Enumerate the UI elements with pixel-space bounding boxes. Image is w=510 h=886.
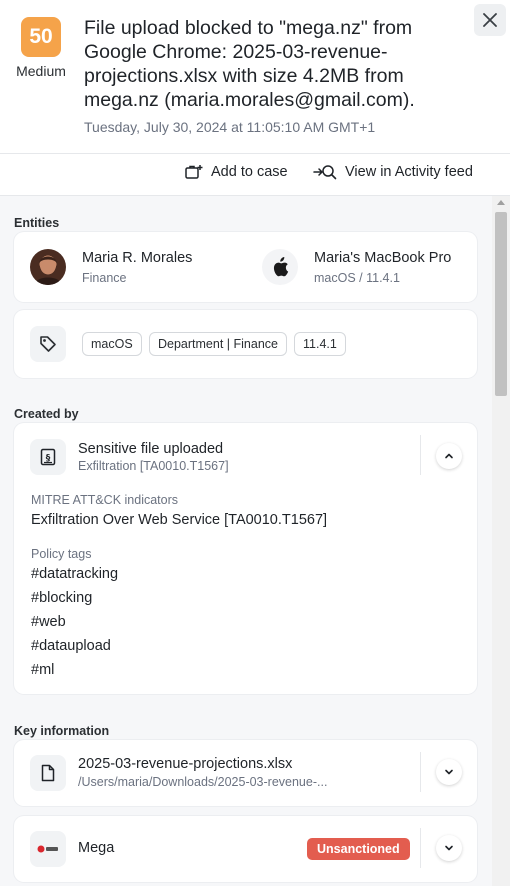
- severity-label: Medium: [16, 63, 66, 79]
- entity-tags-card: macOS Department | Finance 11.4.1: [14, 310, 477, 378]
- tag-icon: [40, 336, 56, 352]
- collapse-button[interactable]: [436, 443, 462, 469]
- policy-tag: #blocking: [31, 590, 93, 606]
- divider: [420, 752, 421, 792]
- user-department: Finance: [82, 271, 127, 285]
- detection-card: § Sensitive file uploaded Exfiltration […: [14, 423, 477, 694]
- scrollbar[interactable]: [492, 196, 510, 886]
- mitre-label: MITRE ATT&CK indicators: [31, 493, 179, 507]
- view-feed-icon: [313, 165, 337, 180]
- close-icon: [483, 13, 497, 27]
- entities-card: Maria R. Morales Finance Maria's MacBook…: [14, 232, 477, 302]
- chevron-down-icon: [445, 845, 453, 851]
- entities-label: Entities: [14, 216, 60, 230]
- mega-logo-icon: [37, 845, 58, 853]
- file-card: 2025-03-revenue-projections.xlsx /Users/…: [14, 740, 477, 806]
- action-bar: Add to case View in Activity feed: [0, 154, 510, 196]
- risk-score: 50: [21, 17, 61, 57]
- policy-tag: #dataupload: [31, 638, 111, 654]
- divider: [420, 828, 421, 868]
- expand-destination-button[interactable]: [436, 835, 462, 861]
- detection-subtitle: Exfiltration [TA0010.T1567]: [78, 459, 229, 473]
- view-activity-feed-button[interactable]: View in Activity feed: [313, 164, 473, 180]
- avatar[interactable]: [30, 249, 66, 285]
- alert-title: File upload blocked to "mega.nz" from Go…: [84, 17, 415, 111]
- destination-name: Mega: [78, 840, 115, 856]
- mitre-value: Exfiltration Over Web Service [TA0010.T1…: [31, 512, 328, 528]
- tag-chip[interactable]: Department | Finance: [149, 332, 287, 356]
- expand-file-button[interactable]: [436, 759, 462, 785]
- key-information-label: Key information: [14, 724, 110, 738]
- file-icon-wrap: [30, 755, 66, 791]
- device-icon-wrap: [262, 249, 298, 285]
- policy-tag: #ml: [31, 662, 55, 678]
- chevron-up-icon: [445, 453, 453, 459]
- destination-card: Mega Unsanctioned: [14, 816, 477, 882]
- file-path: /Users/maria/Downloads/2025-03-revenue-.…: [78, 775, 328, 789]
- user-photo-icon: [34, 255, 62, 285]
- tag-chip[interactable]: 11.4.1: [294, 332, 346, 356]
- view-activity-label: View in Activity feed: [345, 164, 473, 180]
- scrollbar-thumb[interactable]: [495, 212, 507, 396]
- created-by-label: Created by: [14, 407, 79, 421]
- alert-header: 50 Medium File upload blocked to "mega.n…: [0, 0, 510, 154]
- policy-tags-label: Policy tags: [31, 547, 92, 561]
- device-os: macOS / 11.4.1: [314, 271, 400, 285]
- tag-icon-wrap: [30, 326, 66, 362]
- add-to-case-label: Add to case: [211, 164, 288, 180]
- chevron-down-icon: [445, 769, 453, 775]
- apple-icon: [273, 257, 289, 277]
- tag-chip[interactable]: macOS: [82, 332, 142, 356]
- scroll-up-arrow-icon[interactable]: [497, 200, 505, 205]
- policy-icon-wrap: §: [30, 439, 66, 475]
- close-button[interactable]: [474, 4, 506, 36]
- user-name[interactable]: Maria R. Morales: [82, 250, 192, 266]
- mega-logo-wrap: [30, 831, 66, 867]
- add-to-case-button[interactable]: Add to case: [185, 164, 288, 180]
- divider: [420, 435, 421, 475]
- policy-document-icon: §: [40, 448, 56, 466]
- policy-tag: #datatracking: [31, 566, 119, 582]
- file-icon: [41, 764, 55, 782]
- add-case-icon: [185, 165, 203, 179]
- alert-timestamp: Tuesday, July 30, 2024 at 11:05:10 AM GM…: [84, 119, 376, 135]
- alert-details-panel: Entities Maria R. Morales Finance Maria'…: [0, 196, 492, 886]
- status-badge: Unsanctioned: [307, 838, 410, 860]
- device-name[interactable]: Maria's MacBook Pro: [314, 250, 451, 266]
- detection-title: Sensitive file uploaded: [78, 441, 224, 457]
- file-name: 2025-03-revenue-projections.xlsx: [78, 756, 293, 772]
- policy-tag: #web: [31, 614, 66, 630]
